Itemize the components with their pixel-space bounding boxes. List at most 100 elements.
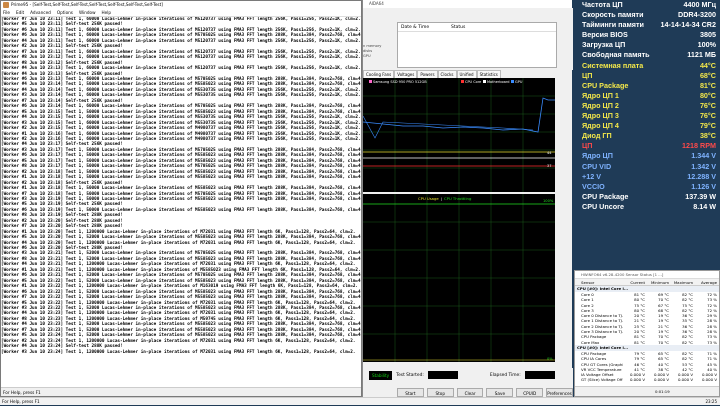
menu-window[interactable]: Window	[79, 9, 96, 16]
osd-label: Диод ГП	[582, 131, 612, 141]
sensor-value: 73 %	[707, 339, 717, 345]
sensor-value: 0.000 V	[653, 377, 669, 383]
osd-label: CPU Package	[582, 191, 629, 201]
hwinfo-sensor-list[interactable]: CPU [#0]: Intel Core i... Core 0 81 °C 69 °…	[575, 286, 719, 383]
osd-row: Тайминги памяти 14-14-14-34 CR2	[578, 20, 720, 30]
col-sensor[interactable]: Sensor	[575, 279, 623, 285]
prime95-titlebar[interactable]: Prime95 - [Self-Test,Self-Test,Self-Test…	[1, 1, 361, 9]
osd-value: 3805	[700, 30, 716, 40]
col-maximum[interactable]: Maximum	[671, 279, 695, 285]
sensor-value: 0.000 V	[629, 377, 645, 383]
sensor-value: 70 °C	[658, 339, 669, 345]
osd-value: 137.39 W	[685, 191, 716, 201]
osd-value: 79°C	[699, 121, 716, 131]
preferences-button[interactable]: Preferences	[546, 388, 573, 397]
tab-cooling-fans[interactable]: Cooling Fans	[363, 70, 395, 78]
svg-text:|: |	[441, 196, 442, 201]
osd-label: ЦП	[582, 141, 593, 151]
log-line: [Worker #7 Jun 10 23:22] Test 1, 52000 L…	[1, 295, 361, 301]
log-line: [Worker #5 Jun 10 23:24] Test 1, 52000 L…	[1, 333, 361, 339]
tab-powers[interactable]: Powers	[417, 70, 438, 78]
clear-button[interactable]: Clear	[456, 388, 484, 397]
osd-label: ЦП	[582, 70, 593, 80]
start-button[interactable]: Start	[397, 388, 424, 397]
aida-status-table: Date & Time Status	[397, 22, 557, 68]
cpuid-button[interactable]: CPUID	[516, 388, 544, 397]
col-average[interactable]: Average	[695, 279, 719, 285]
osd-label: Загрузка ЦП	[582, 40, 626, 50]
taskbar: For Help, press F1 23:25	[0, 397, 720, 405]
osd-label: Версия BIOS	[582, 30, 628, 40]
prime95-app-icon	[3, 2, 9, 8]
osd-label: CPU VID	[582, 161, 612, 171]
hwinfo-window: HWiNFO64 v6.28-4200 Sensor Status [1 ...…	[574, 270, 720, 397]
aida-title[interactable]: AIDA64	[363, 0, 572, 8]
menu-options[interactable]: Options	[57, 9, 73, 16]
hwinfo-header: Sensor Current Minimum Maximum Average	[575, 279, 719, 286]
osd-row: VCCIO 1.126 V	[578, 182, 720, 192]
osd-label: Скорость памяти	[582, 10, 644, 20]
tab-unified[interactable]: Unified	[456, 70, 477, 78]
log-line: [Worker #5 Jun 10 23:20] Test 1, 52000 L…	[1, 235, 361, 241]
elapsed-value	[524, 371, 555, 379]
col-current[interactable]: Current	[623, 279, 647, 285]
tab-voltages[interactable]: Voltages	[394, 70, 418, 78]
menu-file[interactable]: File	[3, 9, 10, 16]
tab-clocks[interactable]: Clocks	[437, 70, 457, 78]
sensor-row[interactable]: GT (Slice) Voltage Off... 0.000 V 0.000 V 0…	[575, 377, 719, 382]
osd-label: Тайминги памяти	[582, 20, 644, 30]
osd-value: 44°C	[699, 60, 716, 70]
osd-value: 80°C	[699, 90, 716, 100]
sensor-osd-overlay: Частота ЦП 4400 МГц Скорость памяти DDR4-32…	[578, 0, 720, 270]
osd-row: Системная плата 44°C	[578, 61, 720, 71]
save-button[interactable]: Save	[486, 388, 514, 397]
hwinfo-footer: 0:01:19	[575, 386, 719, 396]
col-status: Status	[451, 25, 466, 30]
osd-value: 68°C	[699, 70, 716, 80]
osd-row: CPU Package 81°C	[578, 81, 720, 91]
osd-value: 8.14 W	[693, 201, 716, 211]
osd-row: Ядро ЦП 1 80°C	[578, 91, 720, 101]
temperature-graph: Samsung SSD 950 PRO 512GB CPU Core Mothe…	[362, 78, 555, 192]
osd-value: DDR4-3200	[678, 10, 716, 20]
osd-label: Ядро ЦП 3	[582, 111, 619, 121]
legend-gpu: GPU	[515, 80, 523, 84]
osd-label: Частота ЦП	[582, 0, 623, 9]
osd-row: Ядро ЦП 3 76°C	[578, 111, 720, 121]
osd-row: Ядро ЦП 1.344 V	[578, 151, 720, 161]
aida-stress-options: n memory disks GPU	[363, 44, 397, 59]
log-line: [Worker #3 Jun 10 23:24] Test 1, 1200000…	[1, 349, 356, 355]
log-line: [Worker #1 Jun 10 23:18] Test 1, 50000 L…	[1, 175, 361, 181]
col-minimum[interactable]: Minimum	[647, 279, 671, 285]
hwinfo-elapsed-time: 0:01:19	[655, 389, 670, 394]
stability-tab[interactable]: Stability	[369, 370, 393, 380]
osd-label: Ядро ЦП 1	[582, 90, 619, 100]
prime95-status-bar: For Help, press F1	[1, 387, 361, 396]
menu-help[interactable]: Help	[102, 9, 112, 16]
log-line: [Worker #6 Jun 10 23:11] Test 1, 60000 L…	[1, 33, 361, 39]
osd-row: Диод ГП 38°C	[578, 131, 720, 141]
graph2-bottom-label: 0%	[547, 357, 553, 361]
osd-row: CPU VID 1.342 V	[578, 162, 720, 172]
stop-button[interactable]: Stop	[426, 388, 454, 397]
prime95-window: Prime95 - [Self-Test,Self-Test,Self-Test…	[0, 0, 362, 397]
prime95-menubar: File Edit Advanced Options Window Help	[1, 9, 361, 17]
menu-edit[interactable]: Edit	[16, 9, 24, 16]
log-line: [Worker #4 Jun 10 23:13] Test 1, 60000 L…	[1, 66, 361, 72]
prime95-log[interactable]: [Worker #7 Jun 10 23:11] Test 1, 60000 L…	[1, 17, 361, 388]
stress-option-label[interactable]: GPU	[363, 54, 397, 59]
osd-value: 14-14-14-34 CR2	[660, 20, 716, 30]
menu-advanced[interactable]: Advanced	[30, 9, 51, 16]
test-started-value	[427, 371, 458, 379]
osd-row: Частота ЦП 4400 МГц	[578, 0, 720, 10]
log-line: [Worker #8 Jun 10 23:12] Test 1, 60000 L…	[1, 55, 361, 61]
legend-cpu-usage: CPU Usage	[418, 196, 439, 201]
cpu-usage-graph: CPU Usage | CPU Throttling 100% 0%	[363, 194, 555, 362]
hwinfo-title[interactable]: HWiNFO64 v6.28-4200 Sensor Status [1 ...…	[575, 271, 719, 279]
osd-row: Скорость памяти DDR4-3200	[578, 10, 720, 20]
osd-value: 4400 МГц	[683, 0, 716, 9]
tab-statistics[interactable]: Statistics	[476, 70, 501, 78]
log-line: [Worker #6 Jun 10 23:14] Test 1, 60000 L…	[1, 104, 361, 110]
log-line: [Worker #1 Jun 10 23:22] Test 1, 1200000…	[1, 284, 358, 290]
log-line: [Worker #6 Jun 10 23:21] Test 1, 52000 L…	[1, 273, 361, 279]
